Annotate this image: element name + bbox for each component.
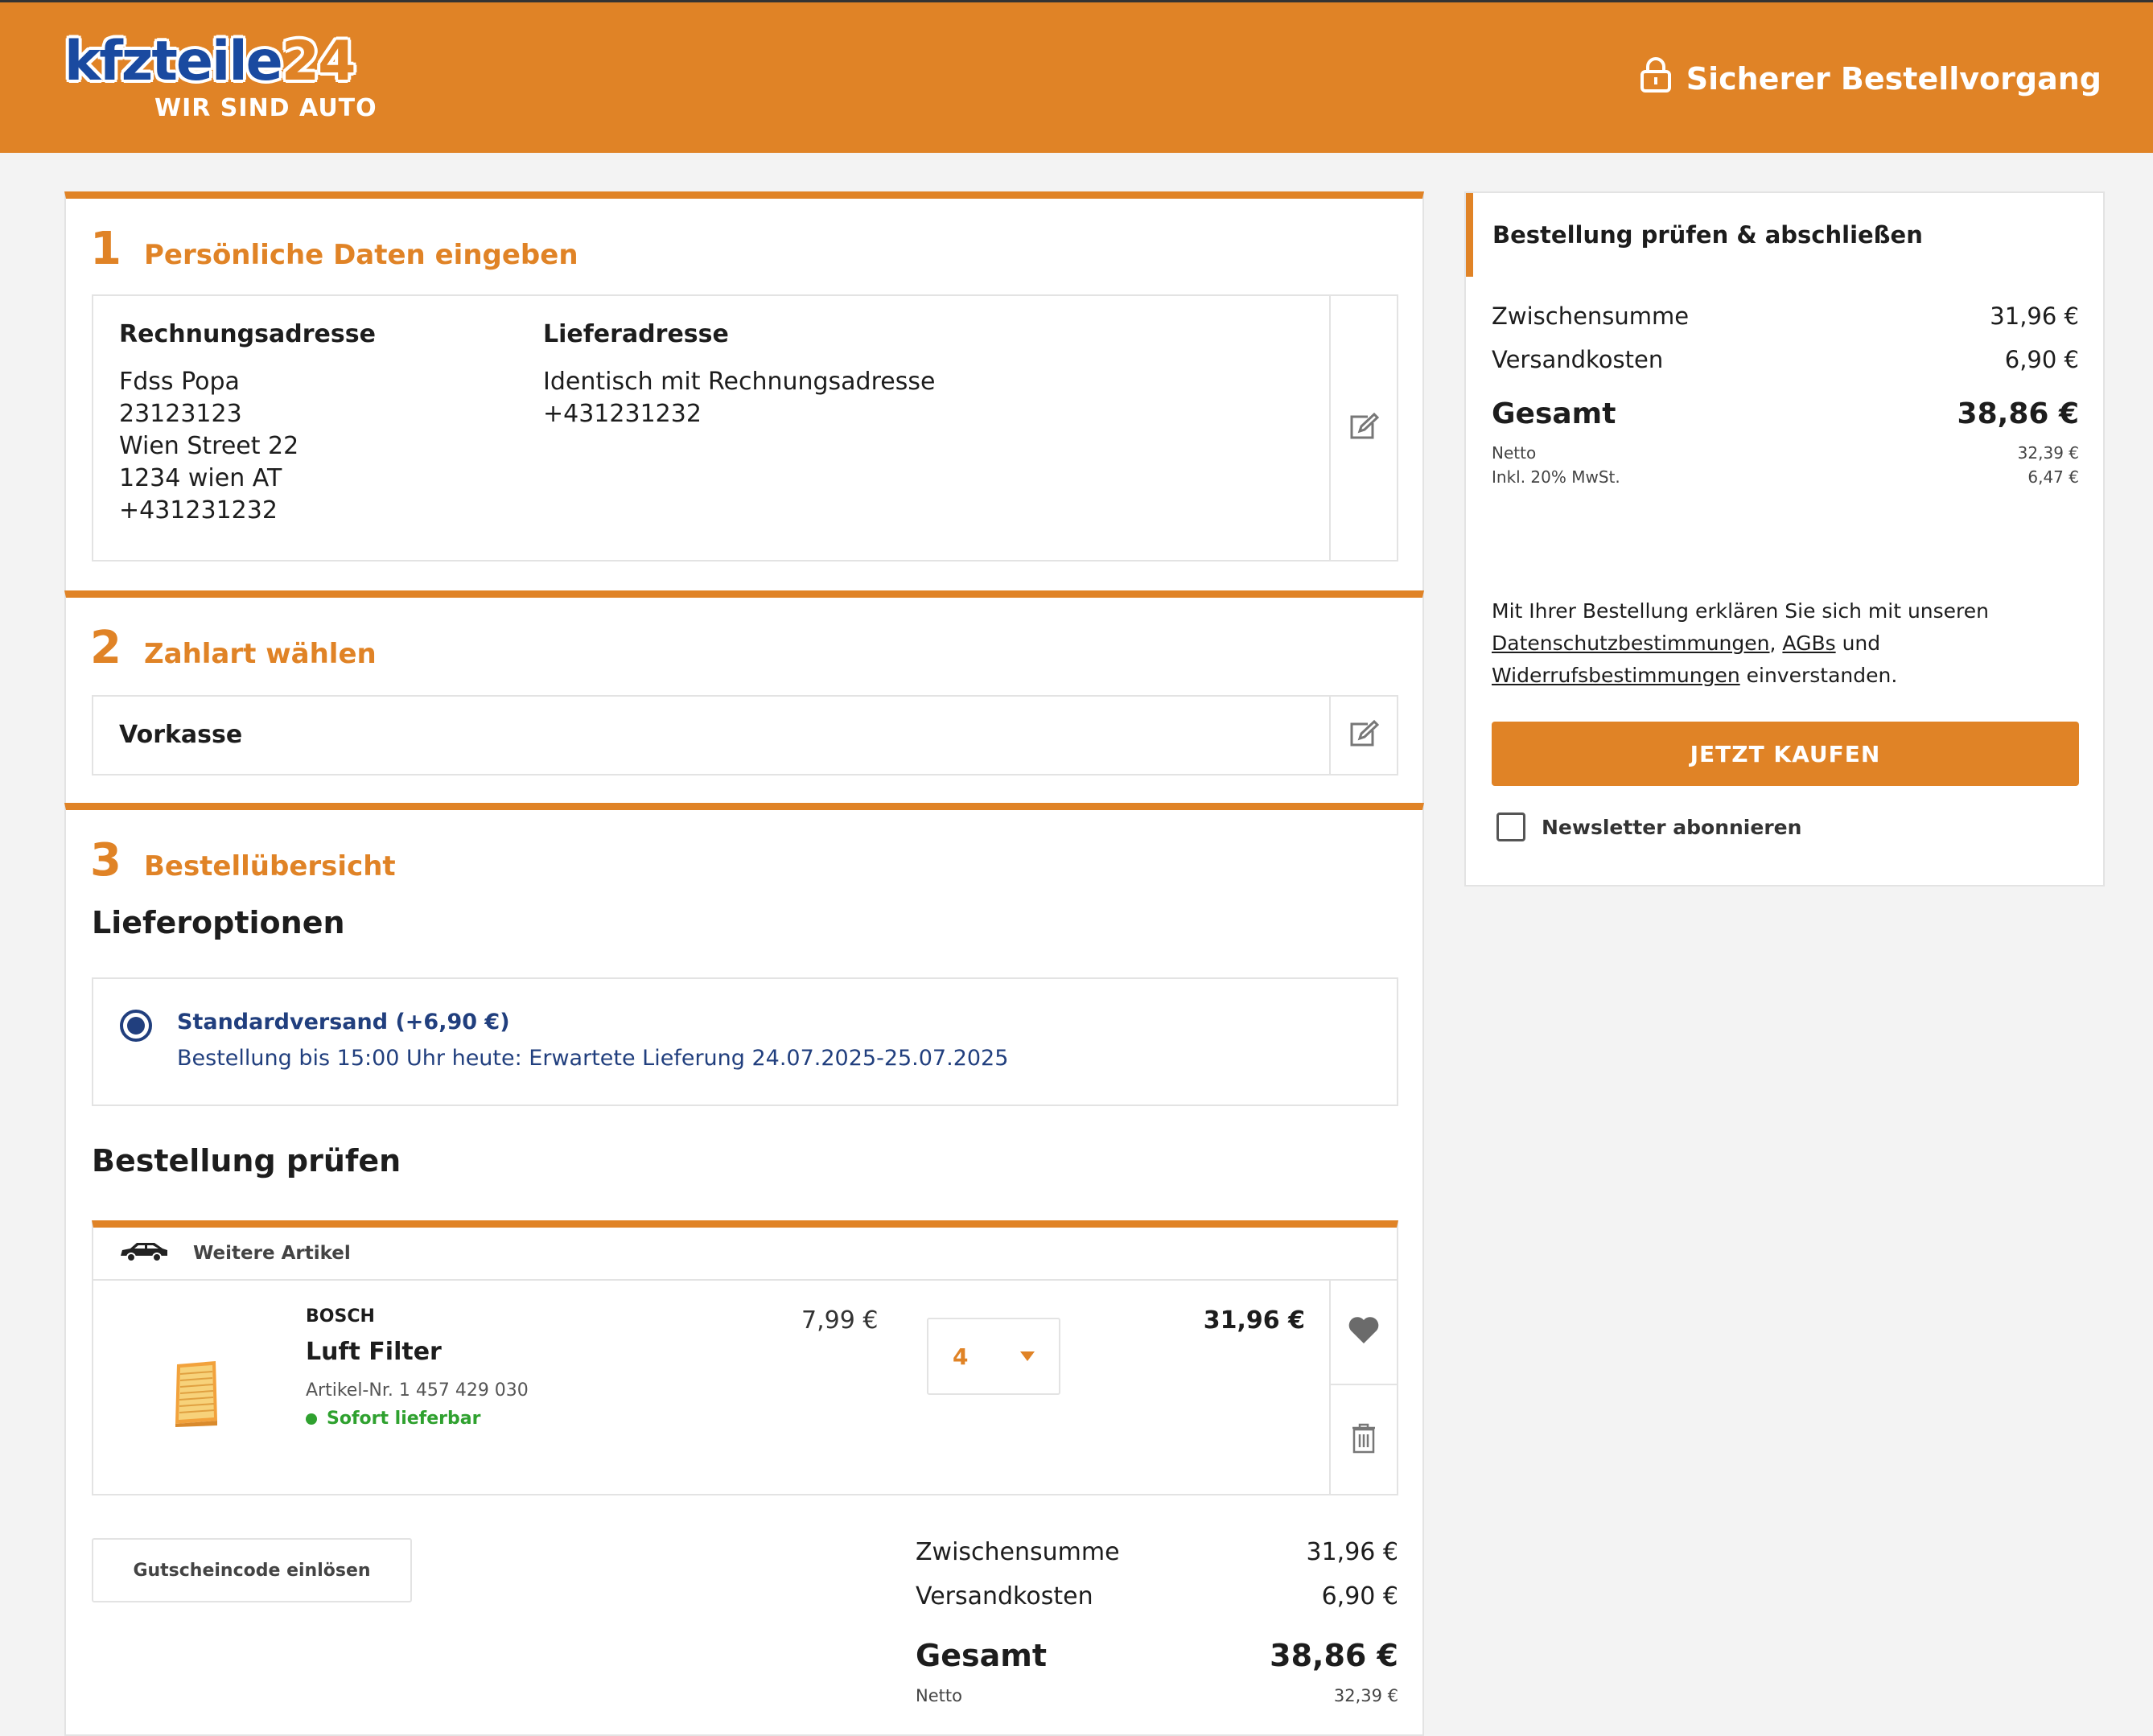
car-icon (119, 1241, 169, 1265)
sidebar-title: Bestellung prüfen & abschließen (1492, 221, 1923, 249)
sidebar-total-value: 38,86 € (1957, 397, 2079, 430)
terms-link[interactable]: AGBs (1782, 631, 1835, 655)
buy-now-button[interactable]: JETZT KAUFEN (1492, 722, 2079, 786)
legal-notice: Mit Ihrer Bestellung erklären Sie sich m… (1492, 595, 2079, 692)
article-group-label: Weitere Artikel (193, 1243, 351, 1264)
buy-now-label: JETZT KAUFEN (1690, 740, 1881, 767)
net-label: Netto (916, 1686, 962, 1705)
secure-checkout-text: Sicherer Bestellvorgang (1686, 60, 2102, 97)
billing-line: +431231232 (119, 496, 278, 525)
shipping-line: Identisch mit Rechnungsadresse (543, 368, 936, 396)
availability: Sofort lieferbar (306, 1409, 529, 1429)
newsletter-checkbox[interactable] (1496, 812, 1525, 841)
article-group: Weitere Artikel BOSCH Luft Filter Artike… (92, 1220, 1398, 1495)
legal-suffix: einverstanden. (1746, 664, 1898, 687)
step-title: Zahlart wählen (143, 638, 377, 670)
sidebar-subtotal-label: Zwischensumme (1492, 302, 1690, 330)
logo-text: kfzteile (64, 30, 283, 93)
site-header: kfzteile24 WIR SIND AUTO Sicherer Bestel… (0, 0, 2153, 153)
step-title: Persönliche Daten eingeben (143, 239, 578, 271)
subtotal-value: 31,96 € (1306, 1538, 1398, 1566)
total-value: 38,86 € (1270, 1638, 1398, 1673)
lock-icon (1640, 57, 1672, 100)
radio-selected[interactable] (119, 1009, 153, 1046)
wishlist-button[interactable] (1331, 1281, 1397, 1385)
legal-comma: , (1769, 631, 1776, 655)
edit-icon (1348, 719, 1380, 751)
quantity-select[interactable]: 4 (927, 1318, 1060, 1395)
heart-icon (1348, 1316, 1380, 1348)
product-row: BOSCH Luft Filter Artikel-Nr. 1 457 429 … (93, 1281, 1397, 1495)
edit-address-button[interactable] (1329, 296, 1397, 560)
payment-box: Vorkasse (92, 695, 1398, 775)
shipping-line: +431231232 (543, 400, 702, 428)
shipping-value: 6,90 € (1321, 1582, 1398, 1611)
total-label: Gesamt (916, 1638, 1047, 1673)
sidebar-net-value: 32,39 € (2017, 443, 2079, 463)
unit-price: 7,99 € (801, 1306, 879, 1335)
address-box: Rechnungsadresse Fdss Popa 23123123 Wien… (92, 294, 1398, 562)
billing-line: Wien Street 22 (119, 432, 299, 460)
review-order-heading: Bestellung prüfen (92, 1143, 401, 1179)
product-brand: BOSCH (306, 1306, 375, 1327)
billing-line: Fdss Popa (119, 368, 240, 396)
order-summary: Zwischensumme 31,96 € Versandkosten 6,90… (916, 1538, 1398, 1705)
delete-button[interactable] (1331, 1385, 1397, 1494)
payment-method: Vorkasse (119, 721, 243, 749)
legal-prefix: Mit Ihrer Bestellung erklären Sie sich m… (1492, 599, 1990, 623)
step-number: 2 (90, 622, 121, 674)
step-number: 3 (90, 834, 121, 887)
product-name[interactable]: Luft Filter (306, 1338, 529, 1366)
product-actions (1329, 1281, 1397, 1495)
product-article-number: Artikel-Nr. 1 457 429 030 (306, 1380, 529, 1401)
sidebar-total-label: Gesamt (1492, 397, 1616, 430)
shipping-address-label: Lieferadresse (543, 320, 729, 348)
delivery-estimate: Bestellung bis 15:00 Uhr heute: Erwartet… (177, 1046, 1009, 1071)
article-group-header: Weitere Artikel (93, 1228, 1397, 1281)
shipping-label: Versandkosten (916, 1582, 1093, 1611)
line-total: 31,96 € (1203, 1306, 1305, 1335)
privacy-link[interactable]: Datenschutzbestimmungen (1492, 631, 1770, 655)
checkout-sidebar: Bestellung prüfen & abschließen Zwischen… (1464, 191, 2105, 887)
sidebar-net-label: Netto (1492, 443, 1537, 463)
quantity-value: 4 (953, 1343, 969, 1370)
sidebar-vat-value: 6,47 € (2027, 467, 2079, 487)
availability-dot-icon (306, 1413, 317, 1425)
net-value: 32,39 € (1333, 1686, 1398, 1705)
air-filter-image (172, 1358, 220, 1430)
sidebar-header: Bestellung prüfen & abschließen (1466, 193, 2103, 277)
newsletter-option[interactable]: Newsletter abonnieren (1496, 812, 1801, 841)
logo[interactable]: kfzteile24 WIR SIND AUTO (64, 35, 377, 123)
coupon-button-label: Gutscheincode einlösen (133, 1560, 371, 1581)
sidebar-shipping-label: Versandkosten (1492, 346, 1664, 373)
step-personal-data: 1 Persönliche Daten eingeben Rechnungsad… (64, 191, 1424, 594)
delivery-option-label: Standardversand (+6,90 €) (177, 1010, 510, 1035)
delivery-options-heading: Lieferoptionen (92, 905, 345, 940)
billing-line: 1234 wien AT (119, 464, 282, 492)
step-number: 1 (90, 223, 121, 275)
newsletter-label: Newsletter abonnieren (1542, 815, 1802, 839)
step-title: Bestellübersicht (143, 850, 396, 882)
sidebar-subtotal-value: 31,96 € (1990, 302, 2079, 330)
edit-payment-button[interactable] (1329, 697, 1397, 774)
sidebar-shipping-value: 6,90 € (2004, 346, 2079, 373)
step-payment: 2 Zahlart wählen Vorkasse (64, 590, 1424, 808)
edit-icon (1348, 412, 1380, 444)
step-order-overview: 3 Bestellübersicht Lieferoptionen Standa… (64, 803, 1424, 1736)
delivery-option-box[interactable]: Standardversand (+6,90 €) Bestellung bis… (92, 977, 1398, 1106)
logo-number: 24 (281, 30, 356, 93)
logo-tagline: WIR SIND AUTO (154, 94, 377, 122)
availability-text: Sofort lieferbar (327, 1409, 481, 1429)
legal-and: und (1842, 631, 1881, 655)
trash-icon (1352, 1423, 1376, 1457)
coupon-button[interactable]: Gutscheincode einlösen (92, 1538, 412, 1602)
billing-line: 23123123 (119, 400, 242, 428)
sidebar-vat-label: Inkl. 20% MwSt. (1492, 467, 1620, 487)
withdrawal-link[interactable]: Widerrufsbestimmungen (1492, 664, 1740, 687)
billing-address-label: Rechnungsadresse (119, 320, 376, 348)
subtotal-label: Zwischensumme (916, 1538, 1120, 1566)
chevron-down-icon (1020, 1349, 1035, 1364)
secure-checkout-note: Sicherer Bestellvorgang (1640, 57, 2102, 100)
